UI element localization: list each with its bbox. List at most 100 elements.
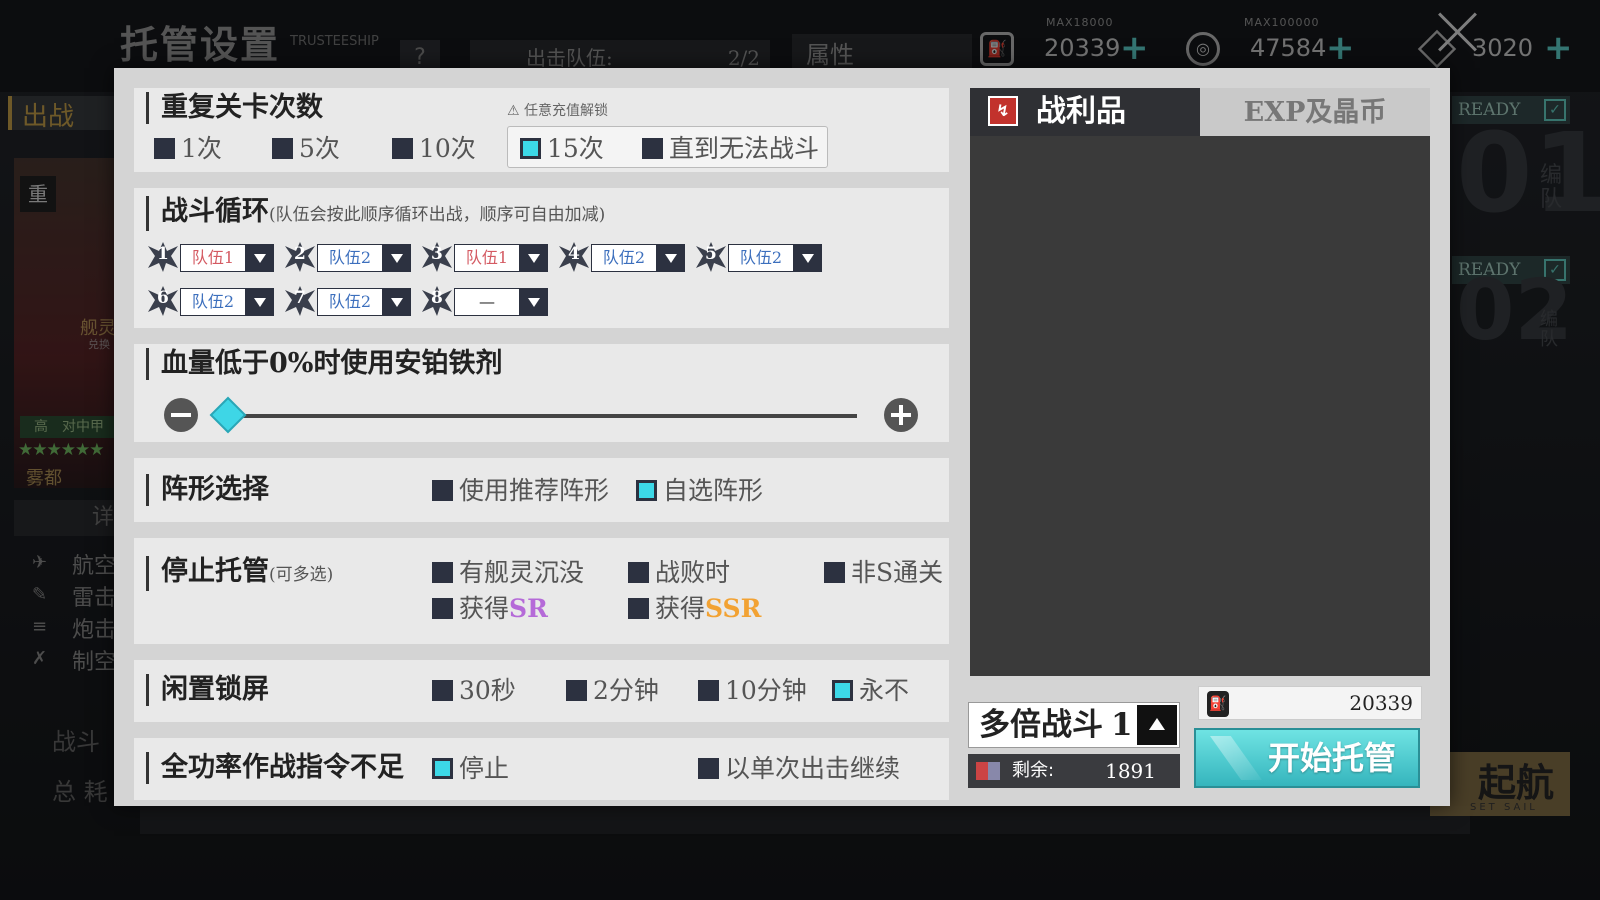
- chevron-down-icon[interactable]: [794, 244, 822, 272]
- checkbox[interactable]: [698, 758, 719, 779]
- slot-team-field[interactable]: 队伍1: [454, 244, 520, 272]
- multi-battle-label: 多倍战斗: [979, 707, 1103, 743]
- slot-team-field[interactable]: 队伍2: [180, 288, 246, 316]
- slot-number: 7: [294, 288, 306, 308]
- repeat-option-10[interactable]: 10次: [392, 134, 476, 164]
- stop-option-ship-sunk[interactable]: 有舰灵沉没: [432, 558, 584, 588]
- cycle-slot-6[interactable]: 6 队伍2: [146, 284, 276, 318]
- increase-multi-button[interactable]: [1137, 705, 1177, 745]
- chevron-down-icon[interactable]: [246, 244, 274, 272]
- repeat-section: 重复关卡次数 ⚠ 任意充值解锁 1次 5次 10次 15次 直到无法战斗: [134, 88, 949, 172]
- slot-number-icon: 7: [283, 284, 317, 318]
- stop-option-get-ssr[interactable]: 获得SSR: [628, 594, 761, 624]
- slot-number: 4: [568, 244, 580, 264]
- chevron-down-icon[interactable]: [383, 244, 411, 272]
- remaining-value: 1891: [1105, 759, 1156, 783]
- checkbox[interactable]: [566, 680, 587, 701]
- checkbox[interactable]: [698, 680, 719, 701]
- unlock-note: ⚠ 任意充值解锁: [507, 103, 609, 119]
- repeat-option-1[interactable]: 1次: [154, 134, 222, 164]
- chevron-down-icon[interactable]: [383, 288, 411, 316]
- increase-threshold-button[interactable]: [884, 398, 918, 432]
- loot-icon: ↯: [988, 96, 1018, 126]
- checkbox-checked[interactable]: [432, 758, 453, 779]
- checkbox[interactable]: [432, 598, 453, 619]
- cycle-slot-3[interactable]: 3 队伍1: [420, 240, 550, 274]
- repeat-option-15[interactable]: 15次: [520, 134, 604, 164]
- formation-title: 阵形选择: [146, 474, 269, 506]
- checkbox-checked[interactable]: [636, 480, 657, 501]
- repair-title: 血量低于0%时使用安铂铁剂: [146, 348, 502, 380]
- slot-team-field[interactable]: 队伍2: [317, 244, 383, 272]
- remaining-label: 剩余:: [1012, 760, 1055, 781]
- stop-title: 停止托管(可多选): [146, 556, 333, 591]
- formation-option-recommended[interactable]: 使用推荐阵形: [432, 476, 609, 506]
- repair-section: 血量低于0%时使用安铂铁剂: [134, 344, 949, 442]
- tab-loot[interactable]: ↯ 战利品: [970, 88, 1200, 136]
- oil-balance-value: 20339: [1349, 691, 1413, 715]
- cycle-slot-2[interactable]: 2 队伍2: [283, 240, 413, 274]
- checkbox[interactable]: [432, 562, 453, 583]
- idle-option-10min[interactable]: 10分钟: [698, 676, 807, 706]
- slot-number-icon: 6: [146, 284, 180, 318]
- remaining-commands: 剩余: 1891: [968, 754, 1180, 788]
- stop-option-defeat[interactable]: 战败时: [628, 558, 730, 588]
- command-ticket-icon: [976, 762, 1000, 780]
- multi-battle-value: 1: [1111, 707, 1133, 743]
- decrease-threshold-button[interactable]: [164, 398, 198, 432]
- repeat-option-until-fail[interactable]: 直到无法战斗: [642, 134, 819, 164]
- start-trusteeship-button[interactable]: 开始托管: [1194, 728, 1420, 788]
- cycle-title: 战斗循环(队伍会按此顺序循环出战，顺序可自由加减): [146, 196, 605, 231]
- slot-team-field[interactable]: 队伍2: [591, 244, 657, 272]
- command-section: 全功率作战指令不足 停止 以单次出击继续: [134, 738, 949, 800]
- slot-number: 5: [705, 244, 717, 264]
- checkbox[interactable]: [432, 680, 453, 701]
- repeat-option-5[interactable]: 5次: [272, 134, 340, 164]
- stop-note: (可多选): [269, 565, 334, 585]
- idle-option-30s[interactable]: 30秒: [432, 676, 516, 706]
- checkbox[interactable]: [392, 138, 413, 159]
- chevron-down-icon[interactable]: [520, 244, 548, 272]
- idle-option-2min[interactable]: 2分钟: [566, 676, 659, 706]
- checkbox-checked[interactable]: [832, 680, 853, 701]
- loot-list: [970, 136, 1430, 676]
- checkbox[interactable]: [824, 562, 845, 583]
- cycle-slot-1[interactable]: 1 队伍1: [146, 240, 276, 274]
- slot-team-field[interactable]: 队伍2: [728, 244, 794, 272]
- checkbox-checked[interactable]: [520, 138, 541, 159]
- idle-title: 闲置锁屏: [146, 674, 269, 706]
- slot-team-field[interactable]: 队伍2: [317, 288, 383, 316]
- checkbox[interactable]: [272, 138, 293, 159]
- slot-team-field[interactable]: 队伍1: [180, 244, 246, 272]
- checkbox[interactable]: [154, 138, 175, 159]
- formation-option-custom[interactable]: 自选阵形: [636, 476, 763, 506]
- cycle-slot-4[interactable]: 4 队伍2: [557, 240, 687, 274]
- cycle-slot-7[interactable]: 7 队伍2: [283, 284, 413, 318]
- trusteeship-settings-dialog: 重复关卡次数 ⚠ 任意充值解锁 1次 5次 10次 15次 直到无法战斗 战斗循…: [114, 68, 1450, 806]
- threshold-slider-track[interactable]: [232, 414, 857, 418]
- checkbox[interactable]: [628, 562, 649, 583]
- chevron-down-icon[interactable]: [520, 288, 548, 316]
- checkbox[interactable]: [628, 598, 649, 619]
- slot-team-field[interactable]: —: [454, 288, 520, 316]
- cycle-slot-5[interactable]: 5 队伍2: [694, 240, 824, 274]
- slot-number-icon: 5: [694, 240, 728, 274]
- checkbox[interactable]: [432, 480, 453, 501]
- cycle-note: (队伍会按此顺序循环出战，顺序可自由加减): [269, 205, 606, 225]
- stop-option-non-s[interactable]: 非S通关: [824, 558, 943, 588]
- threshold-slider-thumb[interactable]: [209, 396, 247, 434]
- command-option-single[interactable]: 以单次出击继续: [698, 754, 900, 784]
- idle-section: 闲置锁屏 30秒 2分钟 10分钟 永不: [134, 660, 949, 722]
- oil-balance: ⛽ 20339: [1198, 686, 1422, 720]
- oil-icon: ⛽: [1207, 691, 1229, 717]
- slot-number-icon: 8: [420, 284, 454, 318]
- tab-exp[interactable]: EXP及晶币: [1200, 88, 1430, 136]
- chevron-down-icon[interactable]: [657, 244, 685, 272]
- command-option-stop[interactable]: 停止: [432, 754, 509, 784]
- stop-option-get-sr[interactable]: 获得SR: [432, 594, 548, 624]
- slot-number: 2: [294, 244, 306, 264]
- cycle-slot-8[interactable]: 8—: [420, 284, 550, 318]
- chevron-down-icon[interactable]: [246, 288, 274, 316]
- checkbox[interactable]: [642, 138, 663, 159]
- idle-option-never[interactable]: 永不: [832, 676, 909, 706]
